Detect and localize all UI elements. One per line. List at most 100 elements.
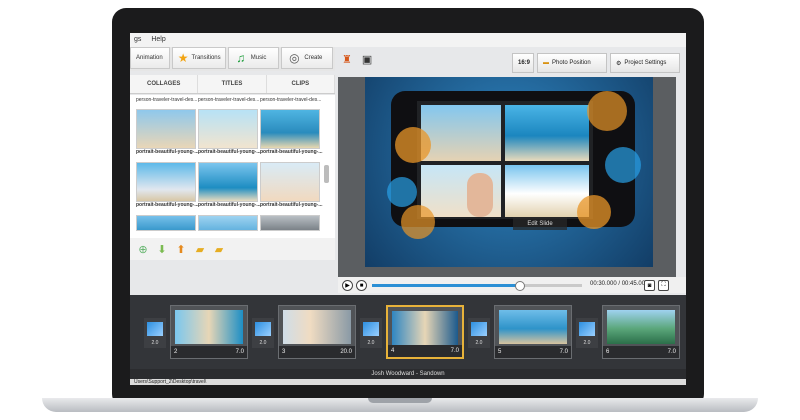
edit-slide-button[interactable]: Edit Slide bbox=[513, 217, 567, 230]
tab-transitions-label: Transitions bbox=[191, 55, 221, 61]
library-thumbnail[interactable] bbox=[260, 215, 320, 231]
fullscreen-icon[interactable]: ⛶ bbox=[658, 280, 669, 291]
star-icon: ★ bbox=[177, 51, 189, 65]
library-thumbnail[interactable] bbox=[136, 215, 196, 231]
bokeh-circle bbox=[387, 177, 417, 207]
transition-duration: 2.0 bbox=[259, 340, 267, 346]
slide-number: 5 bbox=[498, 349, 502, 355]
library-caption: portrait-beautiful-young-... bbox=[260, 149, 323, 155]
preview-canvas[interactable]: Edit Slide bbox=[365, 77, 653, 267]
transition-tile[interactable]: 2.0 bbox=[144, 318, 166, 348]
library-thumbnail[interactable] bbox=[198, 162, 258, 202]
camera-icon[interactable]: ◙ bbox=[644, 280, 655, 291]
seek-bar[interactable] bbox=[372, 281, 582, 291]
arrow-up-icon[interactable]: ⬆ bbox=[174, 242, 188, 256]
timeline-slide[interactable]: 6 7.0 bbox=[602, 305, 680, 359]
transition-duration: 2.0 bbox=[151, 340, 159, 346]
timeline-slide[interactable]: 3 20.0 bbox=[278, 305, 356, 359]
notification-icon[interactable]: ♜ bbox=[342, 53, 352, 66]
library-caption: portrait-beautiful-young-... bbox=[260, 202, 323, 208]
timeline-slide-selected[interactable]: 4 7.0 bbox=[386, 305, 464, 359]
slide-duration: 7.0 bbox=[667, 349, 676, 355]
tab-titles[interactable]: TITLES bbox=[198, 75, 267, 93]
library-caption: portrait-beautiful-young-... bbox=[198, 202, 261, 208]
menu-settings[interactable]: gs bbox=[130, 33, 145, 43]
folder-icon[interactable]: ▰ bbox=[212, 242, 226, 256]
playback-time: 00:30.000 / 00:45.000 bbox=[590, 281, 649, 287]
transition-icon bbox=[147, 322, 163, 336]
add-folder-icon[interactable]: ▰ bbox=[193, 242, 207, 256]
collage-grid bbox=[417, 101, 593, 219]
library-thumbnail[interactable] bbox=[198, 215, 258, 231]
slide-info: 2 7.0 bbox=[171, 346, 247, 358]
photo-position-button[interactable]: ▬ Photo Position bbox=[537, 53, 607, 73]
collage-photo bbox=[421, 105, 501, 161]
slide-info: 4 7.0 bbox=[388, 345, 462, 357]
slide-thumbnail bbox=[175, 310, 243, 344]
tab-music[interactable]: ♫ Music bbox=[227, 47, 280, 69]
gear-icon: ⚙ bbox=[616, 60, 622, 67]
film-reel-icon: ◎ bbox=[289, 51, 300, 65]
transition-icon bbox=[471, 322, 487, 336]
library-scrollbar[interactable] bbox=[324, 165, 329, 183]
library-thumbnail[interactable] bbox=[136, 162, 196, 202]
timeline-slide[interactable]: 2 7.0 bbox=[170, 305, 248, 359]
add-icon[interactable]: ⊕ bbox=[136, 242, 150, 256]
tab-animation[interactable]: Animation bbox=[130, 47, 170, 69]
library-caption: portrait-beautiful-young-... bbox=[136, 202, 199, 208]
music-note-icon: ♫ bbox=[236, 51, 246, 65]
collage-photo bbox=[505, 105, 589, 161]
transition-tile[interactable]: 2.0 bbox=[360, 318, 382, 348]
slide-preview: Edit Slide bbox=[338, 77, 676, 277]
transition-duration: 2.0 bbox=[583, 340, 591, 346]
slide-duration: 20.0 bbox=[340, 349, 352, 355]
laptop-notch bbox=[368, 398, 432, 403]
slide-number: 4 bbox=[391, 348, 395, 354]
tab-create[interactable]: ◎ Create bbox=[281, 47, 333, 69]
menu-bar: gs Help bbox=[130, 33, 686, 47]
transition-duration: 2.0 bbox=[475, 340, 483, 346]
play-button[interactable]: ▶ bbox=[342, 280, 353, 291]
seek-progress bbox=[372, 284, 519, 287]
photo-position-icon: ▬ bbox=[543, 60, 549, 66]
library-thumbnail[interactable] bbox=[260, 162, 320, 202]
transition-tile[interactable]: 2.0 bbox=[468, 318, 490, 348]
library-tabs: COLLAGES TITLES CLIPS bbox=[130, 75, 335, 94]
library-thumbnail[interactable] bbox=[260, 109, 320, 149]
project-settings-label: Project Settings bbox=[624, 60, 667, 66]
tab-transitions[interactable]: ★ Transitions bbox=[171, 47, 226, 69]
audio-track[interactable]: Josh Woodward - Sandown bbox=[130, 369, 686, 379]
slide-duration: 7.0 bbox=[450, 348, 459, 354]
slide-info: 6 7.0 bbox=[603, 346, 679, 358]
project-path: Users\Support_2\Desktop\travel\ bbox=[134, 379, 207, 385]
status-bar bbox=[130, 379, 686, 385]
arrow-down-icon[interactable]: ⬇ bbox=[155, 242, 169, 256]
transition-icon bbox=[363, 322, 379, 336]
tab-collages[interactable]: COLLAGES bbox=[130, 75, 199, 93]
photo-position-label: Photo Position bbox=[552, 60, 591, 66]
aspect-ratio-button[interactable]: 16:9 bbox=[512, 53, 534, 73]
library-caption: portrait-beautiful-young-... bbox=[198, 149, 261, 155]
photo-import-icon[interactable]: ▣ bbox=[362, 53, 372, 66]
transition-tile[interactable]: 2.0 bbox=[576, 318, 598, 348]
slide-timeline: 2.0 2 7.0 2.0 3 20.0 2.0 4 7.0 2.0 5 7.0 2.0… bbox=[130, 295, 686, 369]
tab-clips[interactable]: CLIPS bbox=[267, 75, 335, 93]
menu-help[interactable]: Help bbox=[147, 33, 169, 43]
project-settings-button[interactable]: ⚙ Project Settings bbox=[610, 53, 680, 73]
transition-tile[interactable]: 2.0 bbox=[252, 318, 274, 348]
bokeh-circle bbox=[401, 205, 435, 239]
transition-icon bbox=[255, 322, 271, 336]
seek-handle[interactable] bbox=[515, 281, 525, 291]
slide-thumbnail bbox=[607, 310, 675, 344]
bokeh-circle bbox=[395, 127, 431, 163]
library-thumbnail[interactable] bbox=[136, 109, 196, 149]
library-caption: person-traveler-travel-des... bbox=[198, 97, 260, 103]
stop-button[interactable]: ■ bbox=[356, 280, 367, 291]
main-tabs: Animation ★ Transitions ♫ Music ◎ Create bbox=[130, 47, 335, 71]
slide-duration: 7.0 bbox=[235, 349, 244, 355]
player-controls: ▶ ■ 00:30.000 / 00:45.000 ◙ ⛶ bbox=[338, 277, 686, 293]
aspect-ratio-label: 16:9 bbox=[518, 60, 531, 66]
slide-number: 3 bbox=[282, 349, 286, 355]
library-thumbnail[interactable] bbox=[198, 109, 258, 149]
timeline-slide[interactable]: 5 7.0 bbox=[494, 305, 572, 359]
